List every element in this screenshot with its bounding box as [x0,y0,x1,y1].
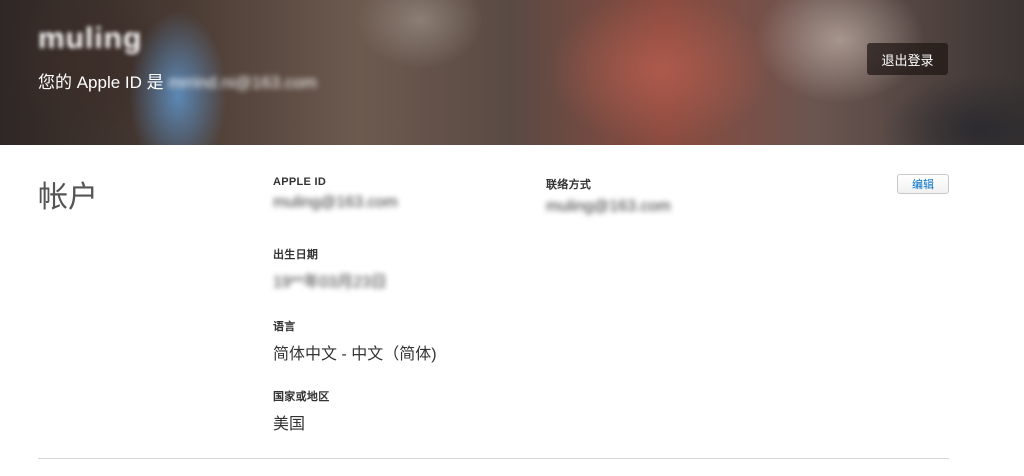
apple-id-prefix: 您的 Apple ID 是 [38,73,169,92]
region-value: 美国 [273,416,306,433]
language-field: 语言 简体中文 - 中文（简体) [273,318,437,364]
apple-id-email: mrrind.ni@163.com [168,73,317,92]
account-header-banner: muling 您的 Apple ID 是 mrrind.ni@163.com 退… [0,0,1024,145]
apple-id-value: muling@163.com [273,194,398,211]
region-label: 国家或地区 [273,391,330,403]
language-value: 简体中文 - 中文（简体) [273,346,437,363]
region-field: 国家或地区 美国 [273,388,330,434]
section-title-account: 帐户 [38,181,98,214]
birthday-value: 19**年03月23日 [273,274,387,291]
signout-button[interactable]: 退出登录 [867,43,948,75]
edit-account-button[interactable]: 编辑 [897,174,949,194]
contact-field: 联络方式 muling@163.com [546,176,671,216]
apple-id-summary: 您的 Apple ID 是 mrrind.ni@163.com [38,68,317,93]
birthday-field: 出生日期 19**年03月23日 [273,246,387,292]
user-name: muling [38,22,143,55]
apple-id-label: APPLE ID [273,176,327,188]
apple-id-field: APPLE ID muling@163.com [273,176,398,212]
contact-label: 联络方式 [546,179,592,191]
birthday-label: 出生日期 [273,249,319,261]
section-divider [38,458,949,459]
contact-value: muling@163.com [546,198,671,215]
language-label: 语言 [273,321,296,333]
